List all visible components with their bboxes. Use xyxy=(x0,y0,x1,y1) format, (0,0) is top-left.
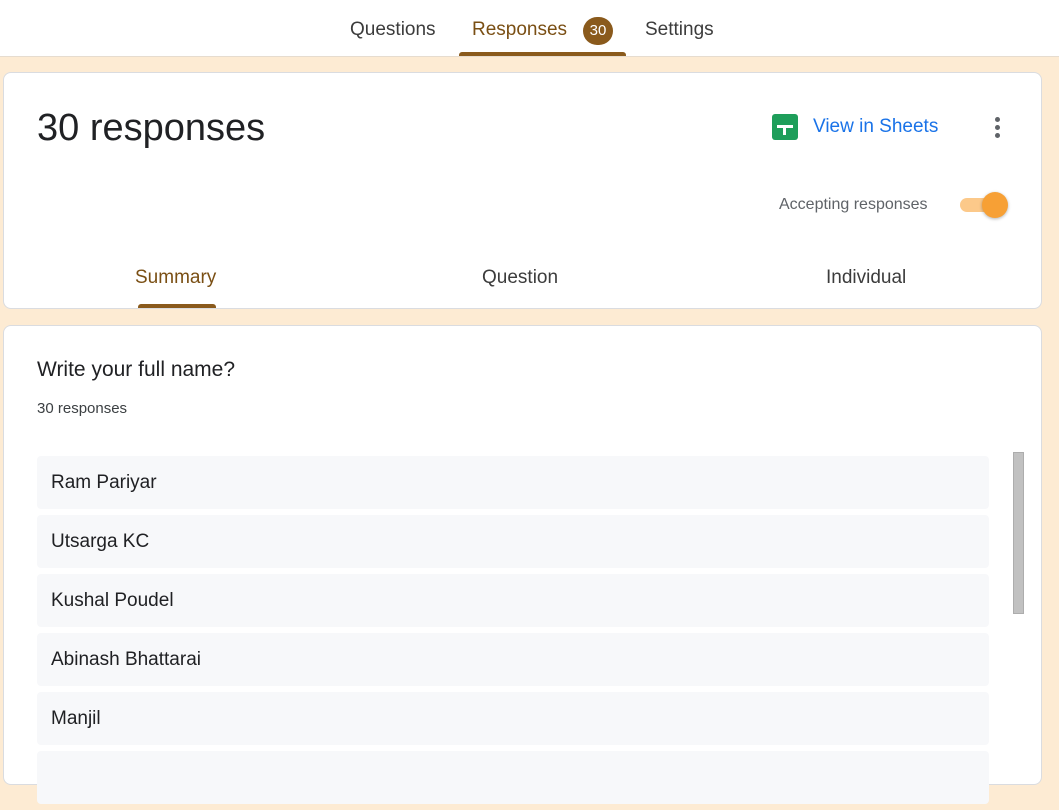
view-in-sheets-button[interactable]: View in Sheets xyxy=(772,113,938,141)
google-sheets-icon xyxy=(772,114,798,140)
view-in-sheets-label: View in Sheets xyxy=(813,116,939,137)
question-title: Write your full name? xyxy=(37,358,236,381)
question-summary-card: Write your full name? 30 responses Ram P… xyxy=(3,325,1042,804)
responses-summary-card: 30 responses View in Sheets Accepting re… xyxy=(3,72,1042,309)
list-item: Abinash Bhattarai xyxy=(37,633,989,686)
question-response-count: 30 responses xyxy=(37,400,128,417)
tab-summary[interactable]: Summary xyxy=(135,267,216,289)
list-item: Ram Pariyar xyxy=(37,456,989,509)
responses-count-badge: 30 xyxy=(583,17,613,45)
response-list: Ram Pariyar Utsarga KC Kushal Poudel Abi… xyxy=(37,456,989,810)
top-nav: Questions Responses 30 Settings xyxy=(0,0,1059,57)
toggle-thumb xyxy=(982,192,1008,218)
tab-responses[interactable]: Responses xyxy=(472,19,567,41)
more-vert-icon[interactable] xyxy=(988,114,1008,142)
accepting-responses-label: Accepting responses xyxy=(779,196,928,213)
list-item xyxy=(37,751,989,804)
scrollbar-thumb[interactable] xyxy=(1013,452,1024,614)
list-item: Kushal Poudel xyxy=(37,574,989,627)
active-tab-indicator xyxy=(459,52,626,56)
responses-title: 30 responses xyxy=(37,107,266,149)
list-item: Manjil xyxy=(37,692,989,745)
tab-question[interactable]: Question xyxy=(482,267,558,289)
response-list-scrollbar[interactable] xyxy=(1012,452,1026,792)
tab-settings[interactable]: Settings xyxy=(645,19,714,41)
list-item: Utsarga KC xyxy=(37,515,989,568)
tab-questions[interactable]: Questions xyxy=(350,19,436,41)
accepting-responses-toggle[interactable] xyxy=(958,190,1010,220)
summary-tab-indicator xyxy=(138,304,216,308)
tab-individual[interactable]: Individual xyxy=(826,267,906,289)
